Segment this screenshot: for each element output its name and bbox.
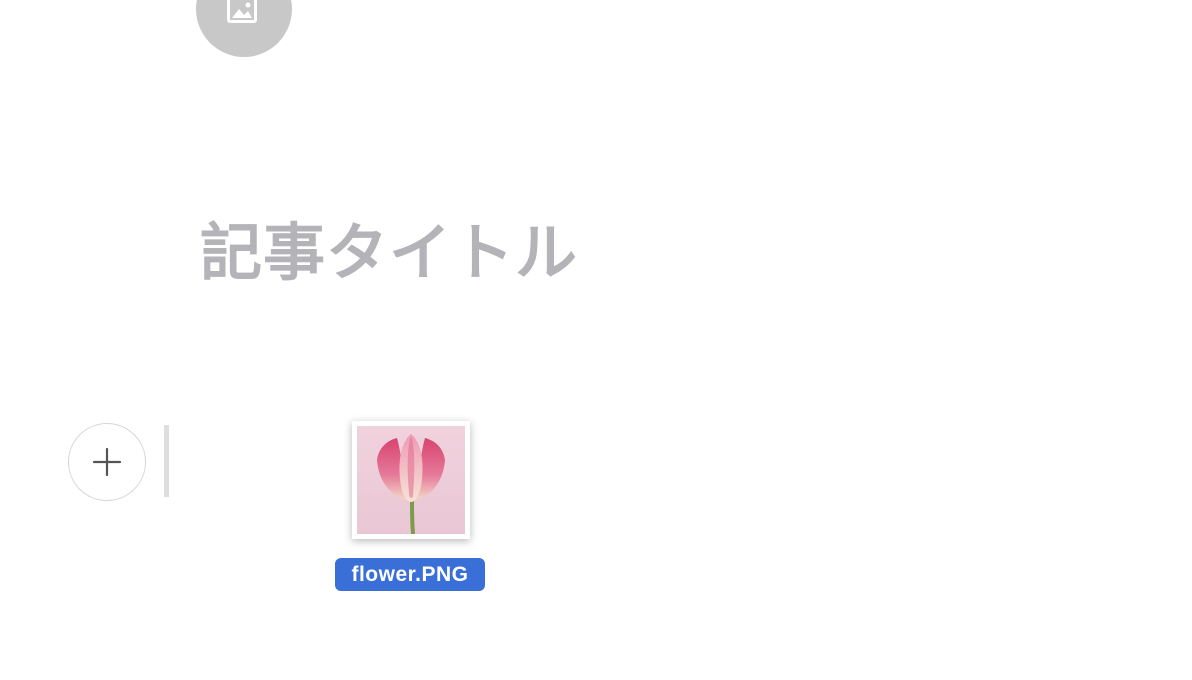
plus-icon bbox=[92, 447, 122, 477]
cover-image-upload-button[interactable] bbox=[196, 0, 292, 57]
image-icon bbox=[227, 0, 257, 23]
article-title-input[interactable]: 記事タイトル bbox=[200, 214, 578, 292]
add-block-button[interactable] bbox=[68, 423, 146, 501]
tulip-photo bbox=[357, 426, 465, 534]
editor-canvas: 記事タイトル flower.PNG bbox=[0, 0, 1192, 680]
dragged-file-name-label: flower.PNG bbox=[335, 558, 485, 591]
dragged-file-thumbnail[interactable] bbox=[352, 421, 470, 539]
text-caret bbox=[164, 425, 169, 497]
